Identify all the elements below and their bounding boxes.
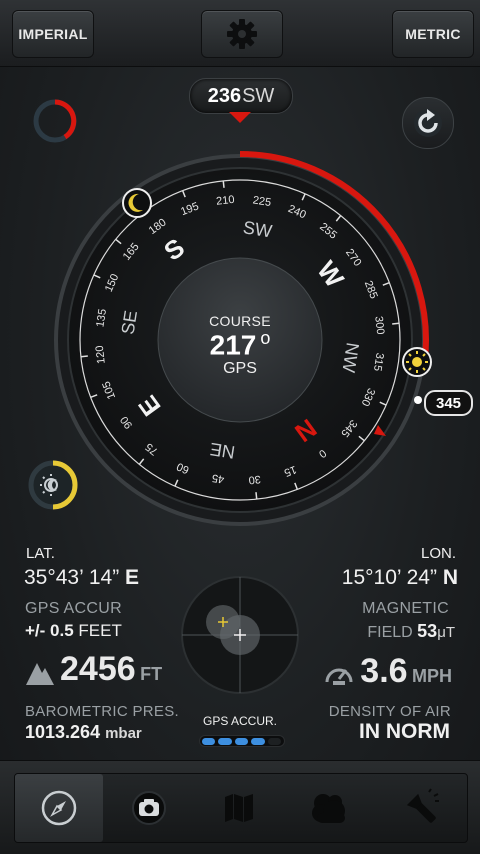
lat-value: 35°43’ 14” E <box>24 566 139 590</box>
battery-ring-icon <box>33 99 77 143</box>
heading-direction: SW <box>242 84 275 107</box>
compass-tick <box>222 180 225 188</box>
bearing-badge: 345 <box>424 390 473 416</box>
refresh-button[interactable] <box>402 97 454 149</box>
map-icon <box>225 794 253 822</box>
compass-degree-label: 30 <box>248 473 261 486</box>
heading-degrees: 236 <box>207 84 242 107</box>
bearing-dot <box>414 396 422 404</box>
lon-label: LON. <box>420 545 456 562</box>
course-degrees: 217 <box>209 329 257 361</box>
heading-readout: 236 SW <box>189 78 293 114</box>
gps-accuracy-segment <box>251 737 265 745</box>
barometer-number: 1013.264 <box>25 722 101 742</box>
barometer-label: BAROMETRIC PRES. <box>25 703 179 720</box>
compass-cardinal-ne: NE <box>209 439 237 463</box>
metric-button[interactable]: METRIC <box>392 10 474 58</box>
gps-accuracy-segment <box>202 737 216 745</box>
mountain-icon <box>26 663 54 685</box>
magnetic-value: FIELD 53μT <box>367 621 455 642</box>
gps-accuracy-segment <box>267 737 282 745</box>
compass-cardinal-se: SE <box>118 309 142 336</box>
compass-degree-label: 45 <box>211 471 225 485</box>
lat-label: LAT. <box>26 545 55 562</box>
gps-accuracy-segment <box>234 737 249 745</box>
course-value: 217 o <box>190 328 290 361</box>
magnetic-field-label: FIELD <box>367 624 413 641</box>
compass-degree-label: 300 <box>372 316 386 336</box>
speed-unit: MPH <box>412 666 452 686</box>
weather-icon <box>312 794 345 823</box>
course-unit: o <box>260 328 271 348</box>
gps-radar <box>181 576 299 694</box>
settings-button[interactable] <box>201 10 283 58</box>
compass-tick <box>80 355 88 358</box>
lon-value: 15°10’ 24” N <box>342 566 458 590</box>
tab-camera[interactable] <box>105 774 193 842</box>
gps-accuracy-prefix: +/- <box>25 621 46 640</box>
barometer-value: 1013.264 mbar <box>25 722 142 743</box>
lat-coordinates: 35°43’ 14” <box>24 566 120 589</box>
compass-tick <box>392 322 400 325</box>
camera-icon <box>132 791 166 825</box>
lon-coordinates: 15°10’ 24” <box>341 566 437 589</box>
speed-number: 3.6 <box>360 652 408 690</box>
speed-value: 3.6 MPH <box>360 652 452 691</box>
air-density-value: IN NORM <box>359 720 450 743</box>
gps-accuracy-unit: FEET <box>78 621 122 640</box>
magnetic-label: MAGNETIC <box>362 600 449 617</box>
compass-degree-label: 210 <box>216 194 236 208</box>
heading-pointer <box>229 112 251 123</box>
altitude-number: 2456 <box>60 650 136 688</box>
gps-accuracy-segment <box>218 737 232 745</box>
gps-accuracy-meter <box>199 735 285 747</box>
bottom-navigation <box>0 760 480 854</box>
tab-map[interactable] <box>195 774 283 842</box>
speedometer-icon <box>325 668 353 685</box>
course-label: COURSE <box>209 313 271 329</box>
gear-icon <box>227 19 257 49</box>
gps-accuracy-number: 0.5 <box>50 621 74 640</box>
tab-compass[interactable] <box>15 774 103 842</box>
nav-tabs <box>14 773 468 843</box>
tab-flashlight[interactable] <box>377 774 465 842</box>
altitude-value: 2456 FT <box>60 650 162 689</box>
moon-icon <box>122 188 152 218</box>
magnetic-unit: μT <box>437 624 455 641</box>
gps-accuracy-value: +/- 0.5 FEET <box>25 621 122 641</box>
tab-weather[interactable] <box>285 774 373 842</box>
air-density-label: DENSITY OF AIR <box>328 703 451 720</box>
lat-hemisphere: E <box>125 566 140 589</box>
top-toolbar: IMPERIAL METRIC <box>0 0 480 67</box>
gps-accur-caption: GPS ACCUR. <box>202 714 277 728</box>
compass-degree-label: 120 <box>94 345 108 365</box>
lon-hemisphere: N <box>442 566 458 589</box>
flashlight-icon <box>406 788 439 823</box>
compass-tick <box>255 492 258 500</box>
barometer-unit: mbar <box>105 725 142 742</box>
course-source: GPS <box>223 360 257 377</box>
sun-icon <box>402 347 432 377</box>
compass-icon <box>41 790 77 826</box>
gps-accuracy-label: GPS ACCUR <box>25 600 122 617</box>
refresh-icon <box>414 109 442 137</box>
altitude-unit: FT <box>140 664 163 684</box>
imperial-button[interactable]: IMPERIAL <box>12 10 94 58</box>
magnetic-number: 53 <box>417 621 438 641</box>
